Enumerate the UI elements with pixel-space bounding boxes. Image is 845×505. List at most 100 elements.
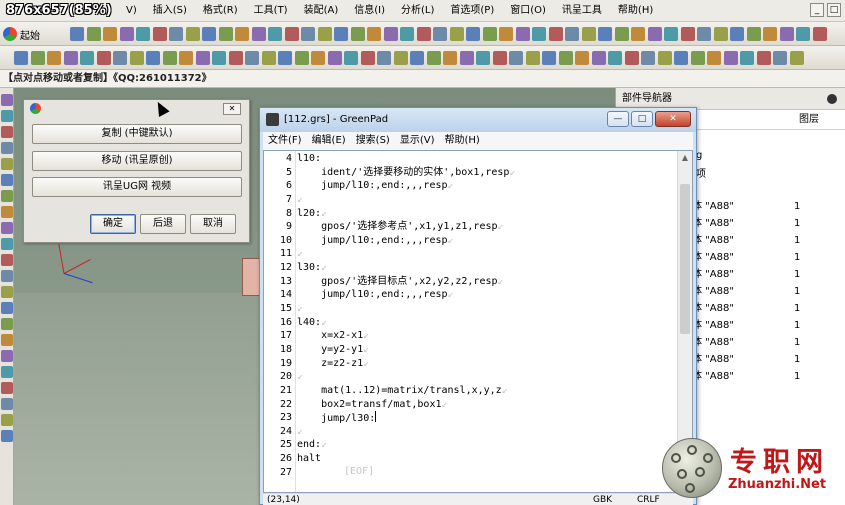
copy-button[interactable]: 复制 (中键默认) xyxy=(32,124,242,144)
toolbar-tool-icon[interactable] xyxy=(245,51,259,65)
toolbar-tool-icon[interactable] xyxy=(228,51,243,65)
toolbar-tool-icon[interactable] xyxy=(261,51,276,65)
toolbar-tool-icon[interactable] xyxy=(383,27,398,41)
toolbar-tool-icon[interactable] xyxy=(723,51,738,65)
toolbar-tool-icon[interactable] xyxy=(400,27,414,41)
toolbar-tool-icon[interactable] xyxy=(756,51,771,65)
dialog-close-button[interactable]: ✕ xyxy=(223,103,241,115)
menu-format[interactable]: 格式(R) xyxy=(195,0,246,22)
toolbar-tool-icon[interactable] xyxy=(525,51,540,65)
dialog-titlebar[interactable]: ✕ xyxy=(24,100,249,117)
toolbar-tool-icon[interactable] xyxy=(558,51,573,65)
navigator-body-row[interactable]: 体 "A88" 1 xyxy=(692,266,842,283)
toolbar-tool-icon[interactable] xyxy=(707,51,721,65)
navigator-body-row[interactable]: 体 "A88" 1 xyxy=(692,232,842,249)
toolbar-tool-icon[interactable] xyxy=(350,27,365,41)
navigator-body-row[interactable]: 体 "A88" 1 xyxy=(692,215,842,232)
toolbar-tool-icon[interactable] xyxy=(664,27,678,41)
toolbar-tool-icon[interactable] xyxy=(119,27,134,41)
toolbar-tool-icon[interactable] xyxy=(185,27,200,41)
toolbar-tool-icon[interactable] xyxy=(393,51,408,65)
toolbar-tool-icon[interactable] xyxy=(416,27,431,41)
toolbar-tool-icon[interactable] xyxy=(360,51,375,65)
navigator-body-row[interactable]: 体 "A88" 1 xyxy=(692,283,842,300)
resource-bar-icon[interactable] xyxy=(1,94,13,106)
menu-assembly[interactable]: 装配(A) xyxy=(296,0,347,22)
toolbar-tool-icon[interactable] xyxy=(608,51,622,65)
toolbar-tool-icon[interactable] xyxy=(779,27,794,41)
toolbar-tool-icon[interactable] xyxy=(796,27,810,41)
scroll-up-arrow-icon[interactable]: ▲ xyxy=(678,151,692,165)
resource-bar-icon[interactable] xyxy=(1,398,13,410)
toolbar-tool-icon[interactable] xyxy=(466,27,480,41)
toolbar-tool-icon[interactable] xyxy=(499,27,513,41)
toolbar-tool-icon[interactable] xyxy=(449,27,464,41)
menu-view-partial[interactable]: V) xyxy=(118,0,145,22)
toolbar-tool-icon[interactable] xyxy=(690,51,705,65)
resource-bar-icon[interactable] xyxy=(1,286,13,298)
navigator-body-row[interactable]: 体 "A88" 1 xyxy=(692,368,842,385)
toolbar-tool-icon[interactable] xyxy=(532,27,546,41)
scroll-thumb[interactable] xyxy=(680,184,690,334)
toolbar-tool-icon[interactable] xyxy=(80,51,94,65)
toolbar-tool-icon[interactable] xyxy=(657,51,672,65)
toolbar-tool-icon[interactable] xyxy=(162,51,177,65)
toolbar-tool-icon[interactable] xyxy=(235,27,249,41)
menu-xuncheng-tools[interactable]: 讯呈工具 xyxy=(554,0,610,22)
toolbar-tool-icon[interactable] xyxy=(548,27,563,41)
resource-bar-icon[interactable] xyxy=(1,142,13,154)
greenpad-close-button[interactable]: ✕ xyxy=(655,111,691,127)
navigator-body-row[interactable]: 体 "A88" 1 xyxy=(692,334,842,351)
toolbar-tool-icon[interactable] xyxy=(334,27,348,41)
resource-bar-icon[interactable] xyxy=(1,238,13,250)
gp-menu-search[interactable]: 搜索(S) xyxy=(351,132,395,150)
toolbar-tool-icon[interactable] xyxy=(680,27,695,41)
gp-menu-edit[interactable]: 编辑(E) xyxy=(307,132,351,150)
navigator-body-row[interactable]: 体 "A88" 1 xyxy=(692,198,842,215)
toolbar-tool-icon[interactable] xyxy=(344,51,358,65)
toolbar-tool-icon[interactable] xyxy=(202,27,216,41)
toolbar-tool-icon[interactable] xyxy=(565,27,579,41)
resource-bar-icon[interactable] xyxy=(1,110,13,122)
toolbar-tool-icon[interactable] xyxy=(301,27,315,41)
move-button[interactable]: 移动 (讯呈原创) xyxy=(32,151,242,171)
menu-tools[interactable]: 工具(T) xyxy=(246,0,296,22)
start-button[interactable]: 起始 xyxy=(3,25,40,43)
toolbar-tool-icon[interactable] xyxy=(591,51,606,65)
toolbar-tool-icon[interactable] xyxy=(631,27,645,41)
resource-bar-icon[interactable] xyxy=(1,206,13,218)
resource-bar-icon[interactable] xyxy=(1,382,13,394)
toolbar-tool-icon[interactable] xyxy=(812,27,827,41)
toolbar-tool-icon[interactable] xyxy=(697,27,711,41)
toolbar-tool-icon[interactable] xyxy=(575,51,589,65)
gp-menu-view[interactable]: 显示(V) xyxy=(395,132,440,150)
gp-menu-help[interactable]: 帮助(H) xyxy=(440,132,485,150)
restore-button[interactable]: □ xyxy=(827,3,841,17)
toolbar-tool-icon[interactable] xyxy=(482,27,497,41)
video-link-button[interactable]: 讯呈UG网 视频 xyxy=(32,177,242,197)
toolbar-tool-icon[interactable] xyxy=(598,27,612,41)
resource-bar-icon[interactable] xyxy=(1,190,13,202)
toolbar-tool-icon[interactable] xyxy=(641,51,655,65)
toolbar-tool-icon[interactable] xyxy=(70,27,84,41)
navigator-body-row[interactable]: 体 "A88" 1 xyxy=(692,317,842,334)
menu-preferences[interactable]: 首选项(P) xyxy=(442,0,502,22)
menu-window[interactable]: 窗口(O) xyxy=(502,0,554,22)
ok-button[interactable]: 确定 xyxy=(90,214,136,234)
toolbar-tool-icon[interactable] xyxy=(63,51,78,65)
resource-bar-icon[interactable] xyxy=(1,366,13,378)
resource-bar-icon[interactable] xyxy=(1,334,13,346)
toolbar-tool-icon[interactable] xyxy=(476,51,490,65)
toolbar-tool-icon[interactable] xyxy=(713,27,728,41)
toolbar-tool-icon[interactable] xyxy=(674,51,688,65)
resource-bar-icon[interactable] xyxy=(1,350,13,362)
toolbar-tool-icon[interactable] xyxy=(426,51,441,65)
toolbar-tool-icon[interactable] xyxy=(14,51,28,65)
toolbar-tool-icon[interactable] xyxy=(136,27,150,41)
resource-bar-icon[interactable] xyxy=(1,302,13,314)
toolbar-tool-icon[interactable] xyxy=(218,27,233,41)
toolbar-tool-icon[interactable] xyxy=(581,27,596,41)
toolbar-tool-icon[interactable] xyxy=(47,51,61,65)
toolbar-tool-icon[interactable] xyxy=(294,51,309,65)
toolbar-tool-icon[interactable] xyxy=(129,51,144,65)
